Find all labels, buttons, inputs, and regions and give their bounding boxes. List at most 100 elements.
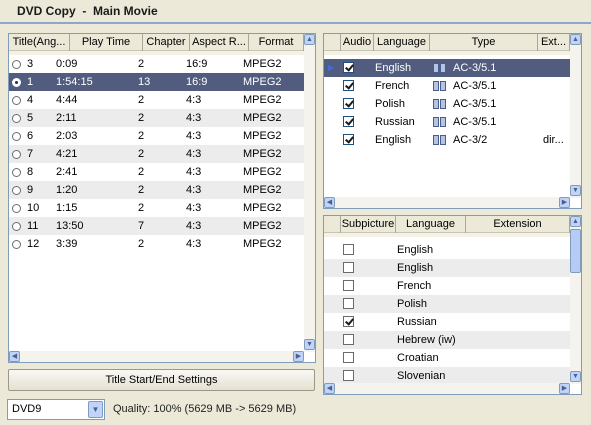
scroll-down-icon[interactable]: ▼ xyxy=(570,371,581,382)
subpicture-checkbox[interactable] xyxy=(343,370,354,381)
scroll-left-icon[interactable]: ◀ xyxy=(9,351,20,362)
subpicture-row[interactable]: Hebrew (iw) xyxy=(324,331,570,349)
titles-grid[interactable]: Title(Ang... Play Time Chapter Aspect R.… xyxy=(8,33,316,363)
title-radio[interactable] xyxy=(12,222,21,231)
table-row[interactable]: 3 0:09 2 16:9 MPEG2 xyxy=(9,55,304,73)
subpicture-checkbox[interactable] xyxy=(343,280,354,291)
subpicture-grid[interactable]: Subpicture Language Extension English Eng… xyxy=(323,215,582,395)
title-radio[interactable] xyxy=(12,168,21,177)
col-ext[interactable]: Ext... xyxy=(538,34,570,51)
audio-checkbox[interactable] xyxy=(343,62,354,73)
scroll-up-icon[interactable]: ▲ xyxy=(570,34,581,45)
subpicture-checkbox[interactable] xyxy=(343,262,354,273)
subpicture-checkbox[interactable] xyxy=(343,298,354,309)
title-radio[interactable] xyxy=(12,240,21,249)
aspect-ratio: 4:3 xyxy=(186,220,202,232)
dolby-icon xyxy=(433,135,447,145)
col-sub-language[interactable]: Language xyxy=(396,216,466,233)
scroll-right-icon[interactable]: ▶ xyxy=(293,351,304,362)
subpicture-row[interactable]: English xyxy=(324,241,570,259)
titles-hscroll[interactable]: ◀ ▶ xyxy=(9,351,304,362)
col-audio[interactable]: Audio xyxy=(341,34,374,51)
audio-vscroll[interactable]: ▲ ▼ xyxy=(570,34,581,198)
scroll-left-icon[interactable]: ◀ xyxy=(324,383,335,394)
col-language[interactable]: Language xyxy=(374,34,430,51)
play-time: 2:41 xyxy=(56,166,78,178)
subpicture-hscroll[interactable]: ◀ ▶ xyxy=(324,383,570,394)
table-row[interactable]: 1 1:54:15 13 16:9 MPEG2 xyxy=(9,73,304,91)
title-radio[interactable] xyxy=(12,114,21,123)
col-aspect[interactable]: Aspect R... xyxy=(190,34,249,51)
title-radio[interactable] xyxy=(12,60,21,69)
col-title[interactable]: Title(Ang... xyxy=(9,34,70,51)
scroll-left-icon[interactable]: ◀ xyxy=(324,197,335,208)
audio-language: Polish xyxy=(375,98,405,110)
table-row[interactable]: 5 2:11 2 4:3 MPEG2 xyxy=(9,109,304,127)
table-row[interactable]: 8 2:41 2 4:3 MPEG2 xyxy=(9,163,304,181)
target-size-value: DVD9 xyxy=(12,403,42,415)
titles-vscroll[interactable]: ▲ ▼ xyxy=(304,34,315,352)
play-time: 1:15 xyxy=(56,202,78,214)
audio-extension xyxy=(543,59,570,77)
audio-extension xyxy=(543,95,570,113)
scroll-down-icon[interactable]: ▼ xyxy=(570,185,581,196)
col-extension[interactable]: Extension xyxy=(466,216,570,233)
title-radio[interactable] xyxy=(12,78,21,87)
audio-row[interactable]: English AC-3/2 dir... xyxy=(324,131,570,149)
title-radio[interactable] xyxy=(12,150,21,159)
scroll-up-icon[interactable]: ▲ xyxy=(304,34,315,45)
subpicture-row[interactable]: Russian xyxy=(324,313,570,331)
audio-checkbox[interactable] xyxy=(343,80,354,91)
title-radio[interactable] xyxy=(12,186,21,195)
table-row[interactable]: 10 1:15 2 4:3 MPEG2 xyxy=(9,199,304,217)
scroll-up-icon[interactable]: ▲ xyxy=(570,216,581,227)
title-radio[interactable] xyxy=(12,132,21,141)
audio-row[interactable]: Polish AC-3/5.1 xyxy=(324,95,570,113)
col-chapter[interactable]: Chapter xyxy=(143,34,190,51)
audio-row[interactable]: Russian AC-3/5.1 xyxy=(324,113,570,131)
title-start-end-settings-button[interactable]: Title Start/End Settings xyxy=(8,369,315,391)
chapter-count: 2 xyxy=(138,58,145,70)
audio-row[interactable]: French AC-3/5.1 xyxy=(324,77,570,95)
chevron-down-icon[interactable]: ▼ xyxy=(88,401,103,418)
chapter-count: 7 xyxy=(138,220,145,232)
scroll-down-icon[interactable]: ▼ xyxy=(304,339,315,350)
subpicture-checkbox[interactable] xyxy=(343,352,354,363)
col-format[interactable]: Format xyxy=(249,34,304,51)
subpicture-row[interactable]: Polish xyxy=(324,295,570,313)
subpicture-checkbox[interactable] xyxy=(343,334,354,345)
audio-grid[interactable]: Audio Language Type Ext... ▶ English AC-3/… xyxy=(323,33,582,209)
audio-extension xyxy=(543,113,570,131)
aspect-ratio: 4:3 xyxy=(186,112,202,124)
target-size-select[interactable]: DVD9 ▼ xyxy=(7,399,105,420)
dolby-icon xyxy=(433,99,447,109)
subpicture-row[interactable]: French xyxy=(324,277,570,295)
table-row[interactable]: 12 3:39 2 4:3 MPEG2 xyxy=(9,235,304,253)
table-row[interactable]: 9 1:20 2 4:3 MPEG2 xyxy=(9,181,304,199)
subpicture-row[interactable]: Croatian xyxy=(324,349,570,367)
audio-checkbox[interactable] xyxy=(343,134,354,145)
col-subpicture[interactable]: Subpicture xyxy=(341,216,396,233)
audio-row[interactable]: ▶ English AC-3/5.1 xyxy=(324,59,570,77)
table-row[interactable]: 6 2:03 2 4:3 MPEG2 xyxy=(9,127,304,145)
scroll-thumb[interactable] xyxy=(570,229,581,273)
col-play-time[interactable]: Play Time xyxy=(70,34,143,51)
table-row[interactable]: 7 4:21 2 4:3 MPEG2 xyxy=(9,145,304,163)
subpicture-checkbox[interactable] xyxy=(343,244,354,255)
video-format: MPEG2 xyxy=(243,238,282,250)
scroll-right-icon[interactable]: ▶ xyxy=(559,197,570,208)
audio-checkbox[interactable] xyxy=(343,116,354,127)
subpicture-row[interactable]: English xyxy=(324,259,570,277)
subpicture-vscroll[interactable]: ▲ ▼ xyxy=(570,216,581,384)
audio-checkbox[interactable] xyxy=(343,98,354,109)
col-type[interactable]: Type xyxy=(430,34,538,51)
title-radio[interactable] xyxy=(12,204,21,213)
table-row[interactable]: 11 13:50 7 4:3 MPEG2 xyxy=(9,217,304,235)
titles-header: Title(Ang... Play Time Chapter Aspect R.… xyxy=(9,34,304,51)
subpicture-checkbox[interactable] xyxy=(343,316,354,327)
audio-hscroll[interactable]: ◀ ▶ xyxy=(324,197,570,208)
title-radio[interactable] xyxy=(12,96,21,105)
scroll-right-icon[interactable]: ▶ xyxy=(559,383,570,394)
aspect-ratio: 4:3 xyxy=(186,166,202,178)
table-row[interactable]: 4 4:44 2 4:3 MPEG2 xyxy=(9,91,304,109)
